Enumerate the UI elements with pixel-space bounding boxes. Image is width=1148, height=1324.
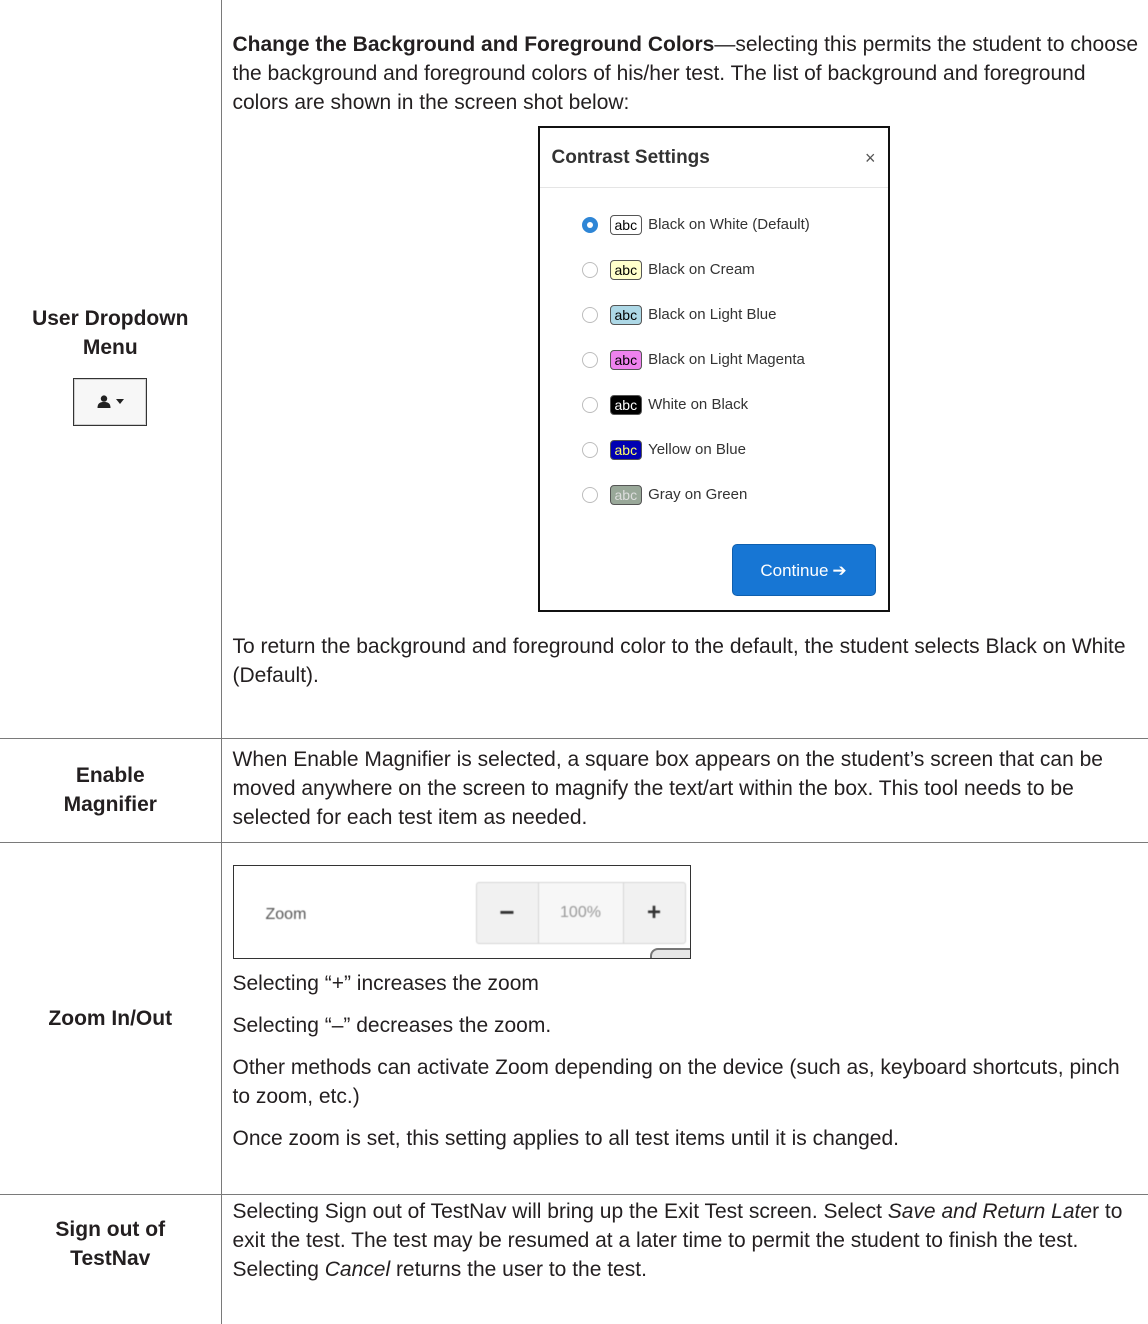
user-dropdown-button[interactable] — [73, 377, 148, 426]
contrast-option-label: Black on White (Default) — [648, 216, 810, 233]
label-cell-magnifier: Enable Magnifier — [0, 737, 222, 843]
magnifier-text: When Enable Magnifier is selected, a squ… — [232, 747, 1104, 829]
continue-button[interactable]: Continue ➔ — [731, 544, 876, 596]
contrast-option[interactable]: abc Yellow on Blue — [540, 427, 888, 472]
label-cell-zoom: Zoom In/Out — [0, 841, 222, 1195]
features-table: User Dropdown Menu Change the Background… — [0, 0, 1148, 1324]
radio-unselected[interactable] — [581, 261, 598, 278]
zoom-control-group: − 100% + — [475, 881, 686, 944]
signout-cancel: Cancel — [324, 1257, 391, 1281]
zoom-screenshot: Zoom − 100% + — [232, 864, 691, 959]
contrast-option[interactable]: abc Black on White (Default) — [540, 202, 888, 247]
contrast-settings-dialog: Contrast Settings × abc Black on White (D… — [537, 126, 890, 612]
contrast-swatch: abc — [609, 214, 643, 235]
contrast-option-label: Yellow on Blue — [648, 441, 746, 458]
user-dropdown-label: User Dropdown Menu — [32, 306, 189, 359]
user-icon — [97, 395, 111, 409]
contrast-swatch: abc — [609, 484, 643, 505]
desc-cell-signout: Selecting Sign out of TestNav will bring… — [220, 1193, 1148, 1324]
signout-text: Selecting Sign out of TestNav will bring… — [233, 1197, 1141, 1284]
signout-label: Sign out of TestNav — [55, 1217, 166, 1270]
contrast-swatch: abc — [609, 394, 643, 415]
row-user-dropdown: User Dropdown Menu Change the Background… — [0, 0, 1148, 739]
label-cell-signout: Sign out of TestNav — [0, 1193, 222, 1324]
contrast-outro: To return the background and foreground … — [232, 635, 1126, 687]
row-magnifier: Enable Magnifier When Enable Magnifier i… — [0, 737, 1148, 843]
zoom-p1: Selecting “+” increases the zoom — [232, 971, 539, 995]
contrast-option-label: Black on Light Blue — [648, 306, 777, 323]
signout-save-return: Save and Return Late — [887, 1199, 1093, 1223]
zoom-level-value: 100% — [538, 882, 623, 943]
radio-unselected[interactable] — [581, 441, 598, 458]
contrast-option[interactable]: abc Black on Light Magenta — [540, 337, 888, 382]
row-zoom: Zoom In/Out Zoom − 100% + Selecting “+” … — [0, 841, 1148, 1195]
zoom-panel-corner — [649, 947, 690, 958]
zoom-out-button[interactable]: − — [477, 882, 539, 943]
continue-label: Continue — [760, 560, 829, 580]
contrast-option[interactable]: abc White on Black — [540, 382, 888, 427]
dialog-title: Contrast Settings — [551, 147, 710, 168]
desc-cell-user-dropdown: Change the Background and Foreground Col… — [220, 0, 1148, 739]
zoom-p3: Other methods can activate Zoom dependin… — [232, 1055, 1120, 1108]
contrast-swatch: abc — [609, 439, 643, 460]
zoom-p4: Once zoom is set, this setting applies t… — [232, 1126, 899, 1150]
row-signout: Sign out of TestNav Selecting Sign out o… — [0, 1193, 1148, 1324]
radio-selected[interactable] — [581, 216, 598, 233]
radio-unselected[interactable] — [581, 351, 598, 368]
contrast-option[interactable]: abc Black on Light Blue — [540, 292, 888, 337]
arrow-right-icon: ➔ — [832, 560, 847, 580]
contrast-option[interactable]: abc Black on Cream — [540, 247, 888, 292]
zoom-p2: Selecting “–” decreases the zoom. — [232, 1013, 552, 1037]
contrast-intro-bold: Change the Background and Foreground Col… — [232, 33, 715, 56]
signout-t3: returns the user to the test. — [390, 1257, 647, 1281]
contrast-option-label: White on Black — [648, 396, 749, 413]
contrast-option-label: Black on Light Magenta — [648, 351, 805, 368]
radio-unselected[interactable] — [581, 486, 598, 503]
magnifier-label: Enable Magnifier — [63, 764, 157, 816]
contrast-swatch: abc — [609, 304, 643, 325]
zoom-widget-label: Zoom — [265, 905, 307, 923]
contrast-swatch: abc — [609, 349, 643, 370]
contrast-option-label: Black on Cream — [648, 261, 755, 278]
desc-cell-magnifier: When Enable Magnifier is selected, a squ… — [220, 737, 1148, 843]
label-cell-user-dropdown: User Dropdown Menu — [0, 0, 222, 739]
close-icon[interactable]: × — [865, 149, 876, 167]
dialog-header: Contrast Settings × — [539, 128, 888, 188]
contrast-option[interactable]: abc Gray on Green — [540, 472, 888, 517]
contrast-option-list: abc Black on White (Default) abc Black on C… — [540, 188, 888, 517]
contrast-swatch: abc — [609, 259, 643, 280]
contrast-option-label: Gray on Green — [648, 486, 748, 503]
radio-unselected[interactable] — [581, 306, 598, 323]
signout-t1: Selecting Sign out of TestNav will bring… — [232, 1199, 888, 1223]
radio-unselected[interactable] — [581, 396, 598, 413]
desc-cell-zoom: Zoom − 100% + Selecting “+” increases th… — [220, 841, 1148, 1195]
caret-down-icon — [115, 399, 124, 405]
contrast-intro: Change the Background and Foreground Col… — [233, 30, 1141, 117]
zoom-in-button[interactable]: + — [622, 882, 685, 943]
zoom-label: Zoom In/Out — [48, 1006, 173, 1030]
